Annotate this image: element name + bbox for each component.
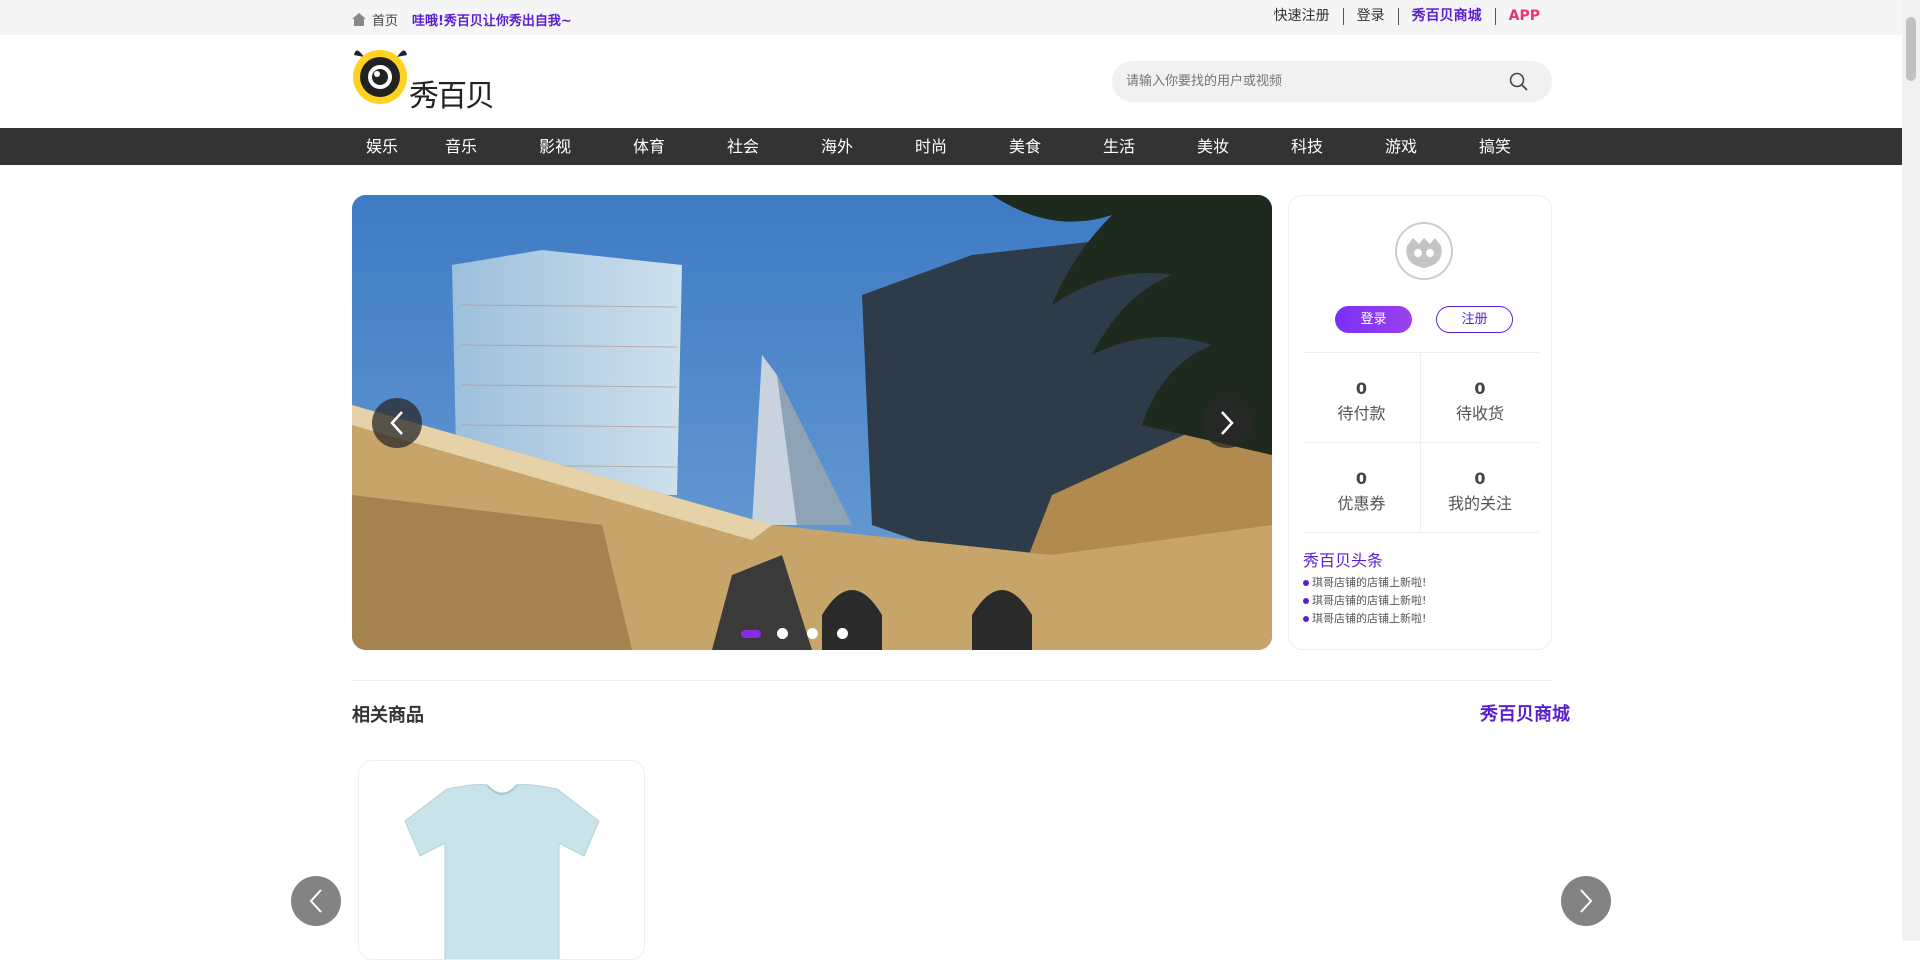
- search-box: [1112, 61, 1552, 102]
- banner-carousel[interactable]: [352, 195, 1272, 650]
- section-divider: [352, 680, 1552, 681]
- stat-label: 待收货: [1455, 404, 1504, 423]
- carousel-dot[interactable]: [741, 629, 761, 638]
- stat-value: 0: [1474, 379, 1486, 398]
- stat-value: 0: [1474, 469, 1486, 488]
- headline-item[interactable]: 琪哥店铺的店铺上新啦!: [1303, 574, 1426, 592]
- home-link[interactable]: 首页: [352, 10, 398, 29]
- top-bar: 首页 哇哦!秀百贝让你秀出自我~ 快速注册 登录 秀百贝商城 APP: [0, 0, 1902, 35]
- mall-section-link[interactable]: 秀百贝商城: [1480, 700, 1570, 726]
- banner-next-button[interactable]: [1202, 398, 1252, 448]
- section-title: 相关商品: [352, 705, 424, 726]
- chevron-right-icon: [1580, 889, 1593, 913]
- product-card[interactable]: [358, 760, 645, 960]
- stat-pending-payment[interactable]: 0 待付款: [1303, 353, 1421, 442]
- products-next-button[interactable]: [1561, 876, 1611, 926]
- nav-item-society[interactable]: 社会: [696, 128, 790, 165]
- carousel-dot[interactable]: [807, 628, 818, 639]
- nav-item-life[interactable]: 生活: [1072, 128, 1166, 165]
- home-label: 首页: [372, 14, 399, 29]
- stat-value: 0: [1355, 469, 1368, 488]
- search-input[interactable]: [1126, 61, 1496, 102]
- category-nav: 娱乐 音乐 影视 体育 社会 海外 时尚 美食 生活 美妆 科技 游戏 搞笑: [0, 128, 1902, 165]
- carousel-dot[interactable]: [777, 628, 788, 639]
- stat-following[interactable]: 0 我的关注: [1421, 443, 1539, 532]
- nav-item-games[interactable]: 游戏: [1354, 128, 1448, 165]
- user-panel: 登录 注册 0 待付款 0 待收货 0 优惠券 0 我的关注 秀百贝头条 琪哥店…: [1288, 195, 1552, 650]
- stat-value: 0: [1355, 379, 1368, 398]
- default-avatar-icon: [1397, 224, 1451, 278]
- chevron-right-icon: [1221, 411, 1234, 435]
- nav-item-entertainment[interactable]: 娱乐: [352, 128, 414, 165]
- bullet-icon: [1303, 580, 1309, 586]
- products-prev-button[interactable]: [291, 876, 341, 926]
- banner-prev-button[interactable]: [372, 398, 422, 448]
- nav-item-tech[interactable]: 科技: [1260, 128, 1354, 165]
- headline-text: 琪哥店铺的店铺上新啦!: [1312, 594, 1427, 607]
- nav-item-funny[interactable]: 搞笑: [1448, 128, 1542, 165]
- nav-item-makeup[interactable]: 美妆: [1166, 128, 1260, 165]
- search-icon[interactable]: [1509, 72, 1528, 91]
- nav-item-overseas[interactable]: 海外: [790, 128, 884, 165]
- headlines-list: 琪哥店铺的店铺上新啦! 琪哥店铺的店铺上新啦! 琪哥店铺的店铺上新啦!: [1303, 574, 1426, 628]
- tshirt-image: [404, 784, 600, 959]
- bullet-icon: [1303, 598, 1309, 604]
- stat-pending-receipt[interactable]: 0 待收货: [1421, 353, 1539, 442]
- nav-item-music[interactable]: 音乐: [414, 128, 508, 165]
- order-stats: 0 待付款 0 待收货 0 优惠券 0 我的关注: [1303, 352, 1539, 533]
- carousel-dot[interactable]: [837, 628, 848, 639]
- headline-text: 琪哥店铺的店铺上新啦!: [1312, 612, 1427, 625]
- banner-image: [352, 195, 1272, 650]
- header: 秀百贝: [0, 35, 1902, 128]
- stat-label: 待付款: [1337, 404, 1386, 423]
- login-link[interactable]: 登录: [1344, 8, 1399, 25]
- app-link[interactable]: APP: [1496, 8, 1540, 25]
- slogan: 哇哦!秀百贝让你秀出自我~: [412, 14, 572, 29]
- headline-item[interactable]: 琪哥店铺的店铺上新啦!: [1303, 592, 1426, 610]
- stat-coupons[interactable]: 0 优惠券: [1303, 443, 1421, 532]
- top-links: 快速注册 登录 秀百贝商城 APP: [1261, 8, 1540, 25]
- nav-item-sports[interactable]: 体育: [602, 128, 696, 165]
- carousel-dots: [741, 628, 867, 639]
- headlines-title: 秀百贝头条: [1303, 551, 1384, 570]
- home-icon: [352, 13, 366, 26]
- mall-link[interactable]: 秀百贝商城: [1399, 8, 1496, 25]
- chevron-left-icon: [390, 411, 403, 435]
- stat-label: 我的关注: [1447, 494, 1512, 513]
- nav-item-food[interactable]: 美食: [978, 128, 1072, 165]
- headline-text: 琪哥店铺的店铺上新啦!: [1312, 576, 1427, 589]
- login-button[interactable]: 登录: [1335, 306, 1412, 333]
- avatar[interactable]: [1395, 222, 1453, 280]
- nav-item-fashion[interactable]: 时尚: [884, 128, 978, 165]
- page-scrollbar[interactable]: [1902, 0, 1920, 941]
- quick-register-link[interactable]: 快速注册: [1261, 8, 1344, 25]
- register-button[interactable]: 注册: [1436, 306, 1513, 333]
- chevron-left-icon: [309, 889, 322, 913]
- bullet-icon: [1303, 616, 1309, 622]
- scrollbar-thumb[interactable]: [1906, 17, 1916, 81]
- nav-item-film[interactable]: 影视: [508, 128, 602, 165]
- stat-label: 优惠券: [1337, 494, 1386, 513]
- logo-text: 秀百贝: [409, 79, 495, 114]
- headline-item[interactable]: 琪哥店铺的店铺上新啦!: [1303, 610, 1426, 628]
